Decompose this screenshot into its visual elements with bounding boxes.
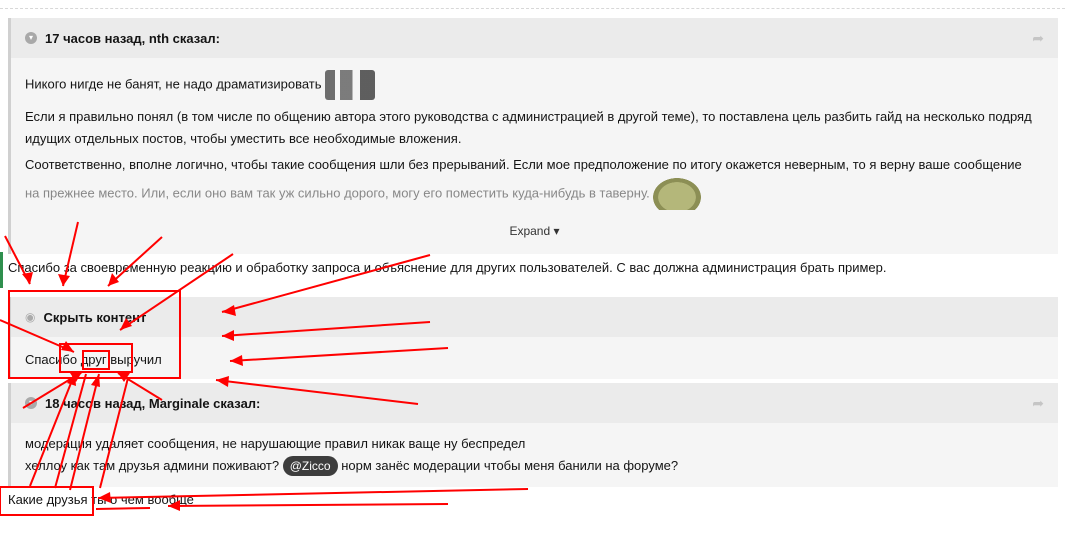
eye-slash-icon: ◉ — [25, 310, 36, 324]
quote-text: на прежнее место. Или, если оно вам так … — [25, 185, 650, 201]
hidden-content-header[interactable]: ◉ Скрыть контент — [11, 297, 1058, 337]
hidden-content-text: Спасибо друг выручил — [25, 352, 162, 367]
quote-text: модерация удаляет сообщения, не нарушающ… — [25, 436, 526, 451]
hidden-content-block: ◉ Скрыть контент Спасибо друг выручил — [8, 297, 1058, 379]
expand-label: Expand — [509, 224, 551, 238]
user-mention[interactable]: @Zicco — [282, 456, 338, 476]
quote-text: норм занёс модерации чтобы меня банили н… — [341, 458, 679, 473]
quote-text: Соответственно, вполне логично, чтобы та… — [25, 157, 1022, 172]
chevron-down-circle-icon[interactable]: ▾ — [25, 397, 37, 409]
quote-text: Никого нигде не банят, не надо драматизи… — [25, 76, 322, 92]
quote-block-1: ▾ 17 часов назад, nth сказал: ➦ Никого н… — [8, 18, 1058, 254]
post-accent-bar — [0, 252, 3, 288]
skeleton-emoji-image — [325, 70, 376, 100]
quote-block-2: ▾ 18 часов назад, Marginale сказал: ➦ мо… — [8, 383, 1058, 487]
quote-body-2: модерация удаляет сообщения, не нарушающ… — [11, 423, 1058, 489]
annotation-arrow — [95, 507, 151, 510]
expand-button[interactable]: Expand ▾ — [25, 210, 1044, 242]
divider — [0, 8, 1065, 9]
hidden-content-body: Спасибо друг выручил — [11, 337, 1058, 383]
final-reply-text: Какие друзья ты о чем вообще — [8, 492, 194, 507]
chevron-down-circle-icon[interactable]: ▾ — [25, 32, 37, 44]
annotation-arrowhead — [58, 274, 70, 286]
quote-header-2[interactable]: ▾ 18 часов назад, Marginale сказал: ➦ — [11, 383, 1058, 423]
quote-author-line: 17 часов назад, nth сказал: — [45, 30, 220, 46]
quote-header-1[interactable]: ▾ 17 часов назад, nth сказал: ➦ — [11, 18, 1058, 58]
quote-body-1: Никого нигде не банят, не надо драматизи… — [11, 58, 1058, 254]
share-arrow-icon[interactable]: ➦ — [1032, 30, 1044, 47]
annotation-arrow — [167, 503, 449, 507]
hidden-content-title: Скрыть контент — [43, 309, 147, 325]
quote-author-line: 18 часов назад, Marginale сказал: — [45, 395, 261, 411]
caret-down-icon: ▾ — [553, 224, 560, 238]
share-arrow-icon[interactable]: ➦ — [1032, 395, 1044, 412]
reply-text: Спасибо за своевременную реакцию и обраб… — [8, 260, 887, 275]
frog-emoji-image — [653, 178, 702, 210]
quote-text: Если я правильно понял (в том числе по о… — [25, 109, 1032, 146]
quote-text: хеллоу как там друзья админи поживают? — [25, 458, 280, 473]
